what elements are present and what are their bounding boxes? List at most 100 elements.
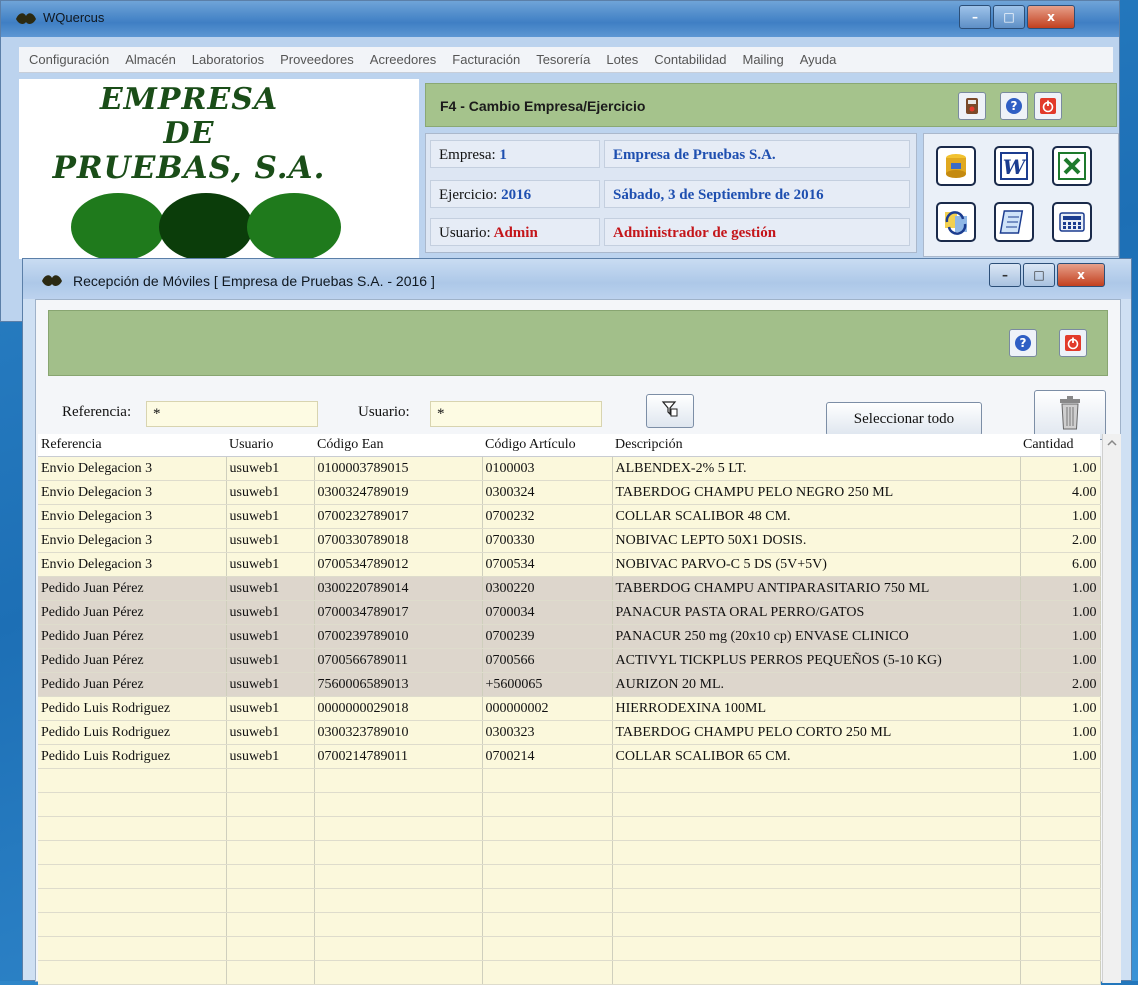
menu-proveedores[interactable]: Proveedores [280, 52, 354, 67]
menu-laboratorios[interactable]: Laboratorios [192, 52, 264, 67]
col-codigo-ean[interactable]: Código Ean [314, 434, 482, 457]
table-cell: 000000002 [482, 696, 613, 721]
database-icon[interactable] [936, 146, 976, 186]
calculator-icon[interactable] [1052, 202, 1092, 242]
scroll-up-icon[interactable] [1103, 434, 1121, 452]
vertical-scrollbar[interactable] [1102, 434, 1121, 983]
table-header: Referencia Usuario Código Ean Código Art… [38, 434, 1100, 457]
minimize-button[interactable]: – [959, 5, 991, 29]
table-cell: 2.00 [1020, 672, 1101, 697]
trash-icon [1058, 395, 1082, 436]
child-minimize-button[interactable]: – [989, 263, 1021, 287]
select-all-button[interactable]: Seleccionar todo [826, 402, 982, 436]
logo-circle-middle [159, 193, 253, 261]
table-cell: 1.00 [1020, 744, 1101, 769]
child-maximize-button[interactable]: □ [1023, 263, 1055, 287]
main-window-controls: – □ x [959, 5, 1075, 29]
usuario-desc: Administrador de gestión [604, 218, 910, 246]
main-window-title: WQuercus [43, 10, 105, 25]
table-row[interactable]: Envio Delegacion 3 usuweb1 0700232789017 07… [38, 504, 1101, 529]
menu-contabilidad[interactable]: Contabilidad [654, 52, 726, 67]
table-cell: 0700330 [482, 528, 613, 553]
maximize-button[interactable]: □ [993, 5, 1025, 29]
table-row[interactable]: Pedido Juan Pérez usuweb1 7560006589013 +56… [38, 672, 1101, 697]
empty-row [38, 840, 1101, 865]
col-referencia[interactable]: Referencia [38, 434, 226, 457]
empty-cell [612, 864, 1021, 889]
col-usuario[interactable]: Usuario [226, 434, 314, 457]
notepad-icon[interactable] [994, 202, 1034, 242]
help-icon[interactable]: ? [1009, 329, 1037, 357]
power-exit-icon[interactable] [1034, 92, 1062, 120]
table-row[interactable]: Pedido Juan Pérez usuweb1 0700034789017 070… [38, 600, 1101, 625]
table-row[interactable]: Pedido Luis Rodriguez usuweb1 000000002901… [38, 696, 1101, 721]
table-row[interactable]: Pedido Juan Pérez usuweb1 0700239789010 070… [38, 624, 1101, 649]
excel-icon[interactable] [1052, 146, 1092, 186]
menu-facturacion[interactable]: Facturación [452, 52, 520, 67]
empty-cell [482, 912, 613, 937]
empty-cell [226, 864, 315, 889]
table-cell: Pedido Juan Pérez [38, 624, 227, 649]
table-row[interactable]: Pedido Luis Rodriguez usuweb1 070021478901… [38, 744, 1101, 769]
calculator-tool-icon[interactable] [958, 92, 986, 120]
table-cell: Envio Delegacion 3 [38, 480, 227, 505]
menu-tesoreria[interactable]: Tesorería [536, 52, 590, 67]
child-title-bar: Recepción de Móviles [ Empresa de Prueba… [23, 259, 1131, 299]
table-row[interactable]: Pedido Juan Pérez usuweb1 0300220789014 030… [38, 576, 1101, 601]
empresa-name: Empresa de Pruebas S.A. [604, 140, 910, 168]
table-row[interactable]: Envio Delegacion 3 usuweb1 0100003789015 01… [38, 456, 1101, 481]
referencia-input[interactable] [146, 401, 318, 427]
menu-configuracion[interactable]: Configuración [29, 52, 109, 67]
menu-bar: Configuración Almacén Laboratorios Prove… [19, 47, 1113, 73]
table-row[interactable]: Pedido Juan Pérez usuweb1 0700566789011 070… [38, 648, 1101, 673]
col-descripcion[interactable]: Descripción [612, 434, 1020, 457]
table-row[interactable]: Envio Delegacion 3 usuweb1 0700534789012 07… [38, 552, 1101, 577]
menu-mailing[interactable]: Mailing [743, 52, 784, 67]
table-cell: 0700239 [482, 624, 613, 649]
empty-cell [226, 912, 315, 937]
table-row[interactable]: Pedido Luis Rodriguez usuweb1 030032378901… [38, 720, 1101, 745]
table-cell: 0300323 [482, 720, 613, 745]
table-cell: 0700232789017 [314, 504, 483, 529]
menu-ayuda[interactable]: Ayuda [800, 52, 837, 67]
svg-text:?: ? [1011, 99, 1018, 113]
col-cantidad[interactable]: Cantidad [1020, 434, 1100, 457]
menu-lotes[interactable]: Lotes [606, 52, 638, 67]
table-cell: 0700534789012 [314, 552, 483, 577]
child-window-title: Recepción de Móviles [ Empresa de Prueba… [73, 273, 435, 289]
table-row[interactable]: Envio Delegacion 3 usuweb1 0700330789018 07… [38, 528, 1101, 553]
filter-funnel-icon [661, 400, 679, 423]
company-change-label[interactable]: F4 - Cambio Empresa/Ejercicio [440, 98, 645, 114]
word-icon[interactable]: W [994, 146, 1034, 186]
sync-icon[interactable] [936, 202, 976, 242]
delete-button[interactable] [1034, 390, 1106, 440]
logo-line-3: PRUEBAS, S.A. [52, 150, 326, 186]
empty-row [38, 936, 1101, 961]
main-title-bar: WQuercus – □ x [1, 1, 1119, 37]
fecha-value: Sábado, 3 de Septiembre de 2016 [604, 180, 910, 208]
empty-cell [226, 768, 315, 793]
table-cell: 1.00 [1020, 504, 1101, 529]
ejercicio-label: Ejercicio: [439, 187, 498, 203]
table-cell: 1.00 [1020, 648, 1101, 673]
empty-cell [226, 936, 315, 961]
usuario-input[interactable] [430, 401, 602, 427]
table-row[interactable]: Envio Delegacion 3 usuweb1 0300324789019 03… [38, 480, 1101, 505]
power-exit-icon[interactable] [1059, 329, 1087, 357]
close-button[interactable]: x [1027, 5, 1075, 29]
oak-leaf-icon [41, 273, 63, 289]
empty-cell [1020, 816, 1101, 841]
table-cell: Envio Delegacion 3 [38, 456, 227, 481]
table-cell: PANACUR 250 mg (20x10 cp) ENVASE CLINICO [612, 624, 1021, 649]
col-codigo-articulo[interactable]: Código Artículo [482, 434, 612, 457]
child-close-button[interactable]: x [1057, 263, 1105, 287]
menu-almacen[interactable]: Almacén [125, 52, 176, 67]
menu-acreedores[interactable]: Acreedores [370, 52, 436, 67]
empty-row [38, 816, 1101, 841]
empty-cell [612, 840, 1021, 865]
help-icon[interactable]: ? [1000, 92, 1028, 120]
logo-line-2: DE [163, 116, 215, 151]
table-cell: 0700034 [482, 600, 613, 625]
svg-text:W: W [1003, 155, 1028, 179]
filter-search-button[interactable] [646, 394, 694, 428]
